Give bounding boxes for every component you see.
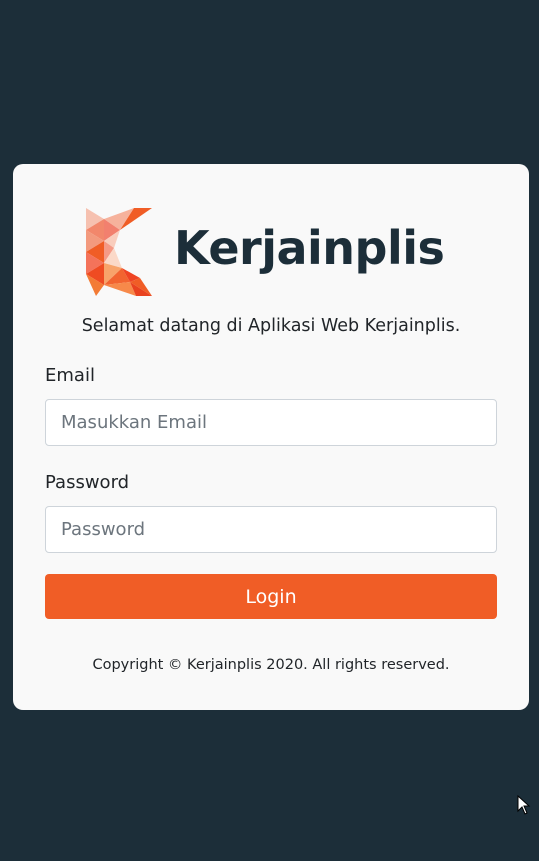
- mouse-pointer-icon: [517, 795, 531, 815]
- login-button[interactable]: Login: [45, 574, 497, 619]
- password-input[interactable]: [45, 506, 497, 553]
- email-input[interactable]: [45, 399, 497, 446]
- brand-logo: Kerjainplis: [86, 208, 448, 298]
- copyright-text: Copyright © Kerjainplis 2020. All rights…: [92, 657, 450, 673]
- email-label: Email: [45, 365, 95, 386]
- login-card: Kerjainplis Selamat datang di Aplikasi W…: [13, 164, 529, 710]
- brand-wordmark: Kerjainplis: [174, 221, 445, 275]
- welcome-text: Selamat datang di Aplikasi Web Kerjainpl…: [81, 316, 461, 336]
- password-label: Password: [45, 472, 130, 493]
- kerjainplis-k-logo-icon: [86, 208, 152, 296]
